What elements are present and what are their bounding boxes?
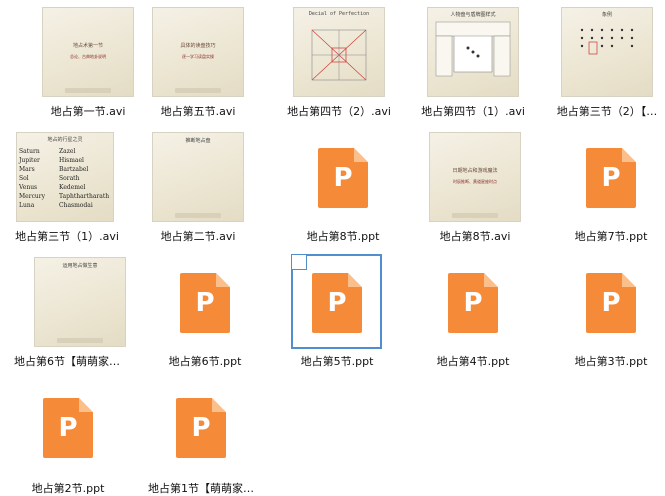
video-thumbnail: 具体的读盘技巧 逐一学习读盘实操 xyxy=(152,7,244,97)
file-name[interactable]: 地占第3节.ppt xyxy=(546,353,665,369)
planet-names: Saturn Jupiter Mars Sol Venus Mercury Lu… xyxy=(19,148,46,209)
file-item[interactable]: Decial of Perfection 地占第四节（2）.avi xyxy=(274,5,404,120)
thumb-title: 日期地占和游戏魔法 xyxy=(452,168,498,174)
file-item[interactable]: P 地占第1节【萌萌家… xyxy=(136,380,266,495)
file-name[interactable]: 地占第四节（1）.avi xyxy=(408,103,538,119)
dots-grid-icon xyxy=(580,28,634,55)
ppt-file-icon: P xyxy=(176,398,226,458)
shield-chart-icon xyxy=(435,21,511,77)
thumb-title: 地占术第一节 xyxy=(72,43,103,49)
thumb-title: 具体的读盘技巧 xyxy=(180,43,216,49)
video-controls-bar xyxy=(175,213,221,218)
video-thumbnail: 象例 xyxy=(561,7,653,97)
video-thumbnail: 运用地占做生意 xyxy=(34,257,126,347)
file-name[interactable]: 地占第四节（2）.avi xyxy=(274,103,404,119)
file-item[interactable]: 具体的读盘技巧 逐一学习读盘实操 地占第五节.avi xyxy=(133,5,263,120)
ppt-file-icon: P xyxy=(586,148,636,208)
thumb-subtitle: 逐一学习读盘实操 xyxy=(182,54,214,59)
video-controls-bar xyxy=(452,213,498,218)
file-item[interactable]: 象例 地占第三节（2）【… xyxy=(542,5,665,120)
video-thumbnail: Decial of Perfection xyxy=(293,7,385,97)
file-item[interactable]: 运用地占做生意 地占第6节【萌萌家… xyxy=(0,255,130,370)
chart-diagram-icon xyxy=(311,29,367,81)
file-name[interactable]: 地占第4节.ppt xyxy=(408,353,538,369)
file-item[interactable]: P 地占第7节.ppt xyxy=(546,130,665,245)
file-name[interactable]: 地占第三节（2）【… xyxy=(532,103,665,119)
video-thumbnail: 地占术第一节 总论、古典地卦说明 xyxy=(42,7,134,97)
ppt-file-icon: P xyxy=(318,148,368,208)
ppt-file-icon: P xyxy=(180,273,230,333)
video-thumbnail: 日期地占和游戏魔法 时辰推断、黄道星座时点 xyxy=(429,132,521,222)
ppt-file-icon: P xyxy=(43,398,93,458)
file-name[interactable]: 地占第8节.ppt xyxy=(278,228,408,244)
file-item[interactable]: P 地占第3节.ppt xyxy=(546,255,665,370)
file-name[interactable]: 地占第五节.avi xyxy=(133,103,263,119)
thumb-subtitle: 总论、古典地卦说明 xyxy=(70,54,106,59)
video-controls-bar xyxy=(57,338,103,343)
thumb-title: 运用地占做生意 xyxy=(62,263,98,269)
video-thumbnail: 地占的行星之灵 Saturn Jupiter Mars Sol Venus Me… xyxy=(16,132,114,222)
file-name[interactable]: 地占第1节【萌萌家… xyxy=(136,480,266,496)
file-item[interactable]: P 地占第2节.ppt xyxy=(3,380,133,495)
file-item[interactable]: P 地占第6节.ppt xyxy=(140,255,270,370)
ppt-file-icon: P xyxy=(312,273,362,333)
file-name[interactable]: 地占第6节【萌萌家… xyxy=(2,353,132,369)
video-controls-bar xyxy=(175,88,221,93)
file-name[interactable]: 地占第6节.ppt xyxy=(140,353,270,369)
file-item[interactable]: 推断地占盘 地占第二节.avi xyxy=(133,130,263,245)
ppt-file-icon: P xyxy=(448,273,498,333)
file-item[interactable]: 地占的行星之灵 Saturn Jupiter Mars Sol Venus Me… xyxy=(0,130,130,245)
file-item-selected[interactable]: P 地占第5节.ppt xyxy=(272,255,402,370)
file-name[interactable]: 地占第7节.ppt xyxy=(546,228,665,244)
file-item[interactable]: 人物盘与盾牌图样式 地占第四节（1）.avi xyxy=(408,5,538,120)
video-thumbnail: 推断地占盘 xyxy=(152,132,244,222)
file-name[interactable]: 地占第二节.avi xyxy=(133,228,263,244)
thumb-title: 推断地占盘 xyxy=(185,138,211,144)
file-name[interactable]: 地占第5节.ppt xyxy=(272,353,402,369)
file-item[interactable]: 日期地占和游戏魔法 时辰推断、黄道星座时点 地占第8节.avi xyxy=(410,130,540,245)
video-controls-bar xyxy=(65,88,111,93)
file-item[interactable]: P 地占第4节.ppt xyxy=(408,255,538,370)
thumb-title: 地占的行星之灵 xyxy=(47,137,83,143)
video-thumbnail: 人物盘与盾牌图样式 xyxy=(427,7,519,97)
ppt-file-icon: P xyxy=(586,273,636,333)
file-item[interactable]: P 地占第8节.ppt xyxy=(278,130,408,245)
file-name[interactable]: 地占第8节.avi xyxy=(410,228,540,244)
file-name[interactable]: 地占第三节（1）.avi xyxy=(2,228,132,244)
thumb-subtitle: 时辰推断、黄道星座时点 xyxy=(453,179,497,184)
file-name[interactable]: 地占第2节.ppt xyxy=(3,480,133,496)
spirit-names: Zazel Hismael Bartzabel Sorath Kedemel T… xyxy=(59,148,110,209)
